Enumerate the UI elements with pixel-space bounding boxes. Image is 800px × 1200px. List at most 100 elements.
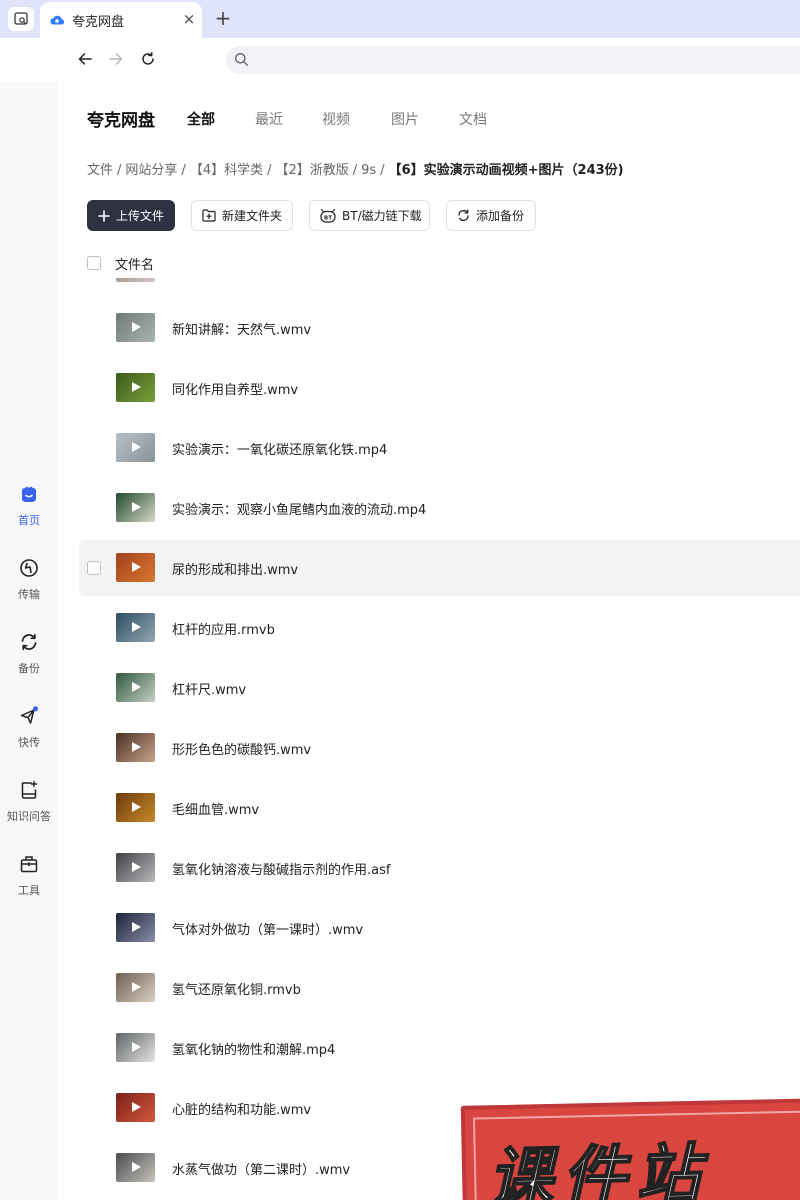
file-name[interactable]: 水蒸气做功（第二课时）.wmv [172,1159,350,1178]
table-row[interactable]: 气体对外做功（第一课时）.wmv [79,900,800,956]
file-name[interactable]: 形形色色的碳酸钙.wmv [172,739,311,758]
back-button[interactable] [74,48,96,70]
tab-search-button[interactable] [8,7,34,31]
sidebar-item-home[interactable]: 首页 [0,484,58,540]
video-thumbnail[interactable] [116,1153,155,1182]
sidebar-item-transfer[interactable]: 传输 [0,558,58,614]
breadcrumb-separator: / [380,163,385,178]
file-name[interactable]: 气体对外做功（第一课时）.wmv [172,919,363,938]
breadcrumb-item[interactable]: 【2】浙教版 [275,163,348,178]
video-thumbnail[interactable] [116,673,155,702]
sidebar-item-label: 知识问答 [7,810,51,823]
new-folder-button[interactable]: 新建文件夹 [191,200,293,231]
file-name[interactable]: 杠杆尺.wmv [172,679,246,698]
breadcrumb-separator: / [117,163,122,178]
tab-video[interactable]: 视频 [322,109,350,129]
video-thumbnail [116,278,155,282]
address-input[interactable] [254,50,774,70]
breadcrumb-item[interactable]: 文件 [87,163,113,178]
file-name[interactable]: 氢气还原氧化铜.rmvb [172,979,301,998]
video-thumbnail[interactable] [116,733,155,762]
tab-title: 夸克网盘 [72,15,125,30]
video-thumbnail[interactable] [116,793,155,822]
video-thumbnail[interactable] [116,973,155,1002]
play-icon [132,502,141,512]
row-checkbox[interactable] [87,561,101,575]
breadcrumb-item[interactable]: 9s [361,163,376,178]
add-backup-button[interactable]: 添加备份 [446,200,536,231]
tab-image[interactable]: 图片 [391,109,419,129]
video-thumbnail[interactable] [116,313,155,342]
breadcrumb-current: 【6】实验演示动画视频+图片（243份) [388,163,624,178]
table-row[interactable]: 杠杆的应用.rmvb [79,600,800,656]
sidebar-item-tools[interactable]: 工具 [0,854,58,910]
file-name[interactable]: 毛细血管.wmv [172,799,259,818]
play-icon [132,442,141,452]
table-row[interactable] [79,278,800,296]
breadcrumb-item[interactable]: 【4】科学类 [190,163,263,178]
sidebar-item-label: 工具 [18,884,40,897]
breadcrumb-item[interactable]: 网站分享 [125,163,177,178]
plus-icon [98,209,110,222]
sidebar-item-label: 快传 [18,736,40,749]
address-bar[interactable] [226,46,800,74]
video-thumbnail[interactable] [116,613,155,642]
play-icon [132,802,141,812]
transfer-icon [20,559,38,577]
play-icon [132,742,141,752]
bt-download-button[interactable]: BT BT/磁力链下载 [309,200,430,231]
tab-close-icon[interactable]: × [180,10,198,28]
file-name[interactable]: 氢氧化钠溶液与酸碱指示剂的作用.asf [172,859,390,878]
sidebar-item-label: 传输 [18,588,40,601]
file-name[interactable]: 同化作用自养型.wmv [172,379,298,398]
add-backup-button-label: 添加备份 [476,209,525,223]
new-tab-icon[interactable]: + [212,6,234,30]
file-name[interactable]: 心脏的结构和功能.wmv [172,1099,311,1118]
file-name[interactable]: 实验演示：观察小鱼尾鳍内血液的流动.mp4 [172,499,426,518]
table-row[interactable]: 新知讲解：天然气.wmv [79,300,800,356]
column-header-filename[interactable]: 文件名 [115,254,154,273]
table-row[interactable]: 尿的形成和排出.wmv [79,540,800,596]
play-icon [132,982,141,992]
table-row[interactable]: 实验演示：一氧化碳还原氧化铁.mp4 [79,420,800,476]
video-thumbnail[interactable] [116,553,155,582]
breadcrumb-separator: / [267,163,272,178]
file-name[interactable]: 新知讲解：天然气.wmv [172,319,311,338]
file-name[interactable]: 杠杆的应用.rmvb [172,619,275,638]
sidebar-item-knowledge[interactable]: 知识问答 [0,780,58,836]
svg-text:BT: BT [324,215,332,221]
forward-button[interactable] [105,48,127,70]
table-row[interactable]: 氢氧化钠溶液与酸碱指示剂的作用.asf [79,840,800,896]
sidebar-item-backup[interactable]: 备份 [0,632,58,688]
upload-button-label: 上传文件 [116,209,165,223]
sidebar-item-label: 备份 [18,662,40,675]
video-thumbnail[interactable] [116,433,155,462]
video-thumbnail[interactable] [116,853,155,882]
knowledge-qa-icon [21,780,38,799]
video-thumbnail[interactable] [116,493,155,522]
play-icon [132,1162,141,1172]
table-row[interactable]: 氢氧化钠的物性和潮解.mp4 [79,1020,800,1076]
table-row[interactable]: 氢气还原氧化铜.rmvb [79,960,800,1016]
reload-button[interactable] [137,48,159,70]
video-thumbnail[interactable] [116,913,155,942]
table-row[interactable]: 同化作用自养型.wmv [79,360,800,416]
file-name[interactable]: 实验演示：一氧化碳还原氧化铁.mp4 [172,439,387,458]
breadcrumb-separator: / [352,163,358,178]
table-row[interactable]: 毛细血管.wmv [79,780,800,836]
table-row[interactable]: 实验演示：观察小鱼尾鳍内血液的流动.mp4 [79,480,800,536]
video-thumbnail[interactable] [116,1033,155,1062]
table-row[interactable]: 形形色色的碳酸钙.wmv [79,720,800,776]
tab-recent[interactable]: 最近 [255,109,283,129]
sidebar-item-quick-send[interactable]: 快传 [0,706,58,762]
browser-tab[interactable]: 夸克网盘 × [40,2,202,38]
table-row[interactable]: 杠杆尺.wmv [79,660,800,716]
video-thumbnail[interactable] [116,1093,155,1122]
tab-all[interactable]: 全部 [187,109,215,129]
tab-document[interactable]: 文档 [459,109,487,129]
file-name[interactable]: 氢氧化钠的物性和潮解.mp4 [172,1039,335,1058]
file-name[interactable]: 尿的形成和排出.wmv [172,559,298,578]
video-thumbnail[interactable] [116,373,155,402]
select-all-checkbox[interactable] [87,256,101,270]
upload-button[interactable]: 上传文件 [87,200,175,231]
